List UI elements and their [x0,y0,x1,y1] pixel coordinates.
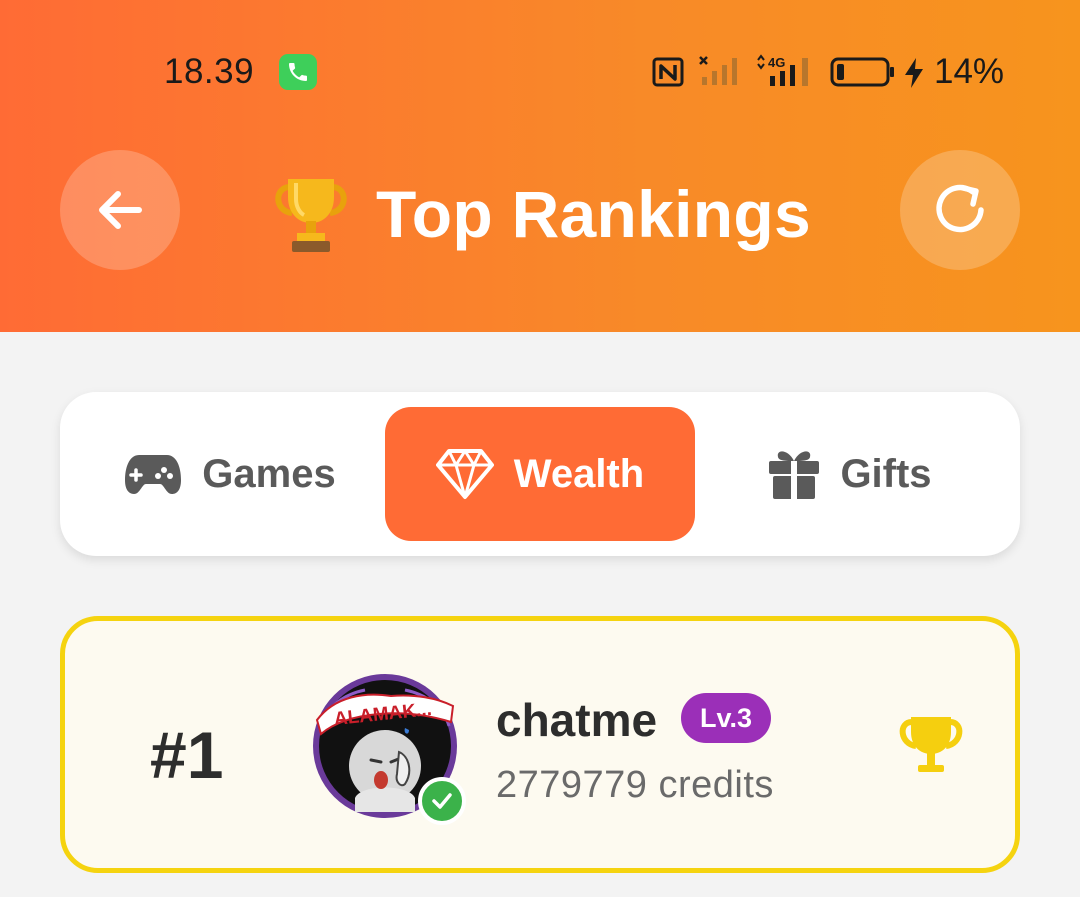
back-button[interactable] [60,150,180,270]
level-badge: Lv.3 [681,693,771,743]
tab-games-label: Games [202,451,336,496]
tab-gifts[interactable]: Gifts [700,407,1000,541]
page-title-wrap: Top Rankings [270,172,811,256]
trophy-icon [275,179,347,252]
ranking-card[interactable]: #1 ALAMAK... chatme Lv.3 2779779 credits [60,616,1020,873]
tab-games[interactable]: Games [80,407,380,541]
signal-no-service-icon [698,55,744,92]
arrow-left-icon [99,191,142,229]
refresh-button[interactable] [900,150,1020,270]
charging-bolt-icon [903,57,925,94]
gift-icon [768,447,820,501]
status-time: 18.39 [164,52,255,91]
tab-gifts-label: Gifts [840,451,932,496]
page-title: Top Rankings [376,177,812,251]
avatar[interactable]: ALAMAK... [305,666,466,826]
gamepad-icon [124,452,182,496]
tab-wealth-label: Wealth [513,451,645,496]
status-bar: 18.39 4G 14% [0,0,1080,150]
gold-trophy-icon [898,714,964,785]
tab-wealth[interactable]: Wealth [385,407,695,541]
nfc-icon [652,57,684,92]
phone-call-icon [279,54,317,90]
credits-value: 2779779 credits [496,764,774,806]
username[interactable]: chatme [496,693,657,747]
verified-check-icon [418,777,466,825]
network-type-label: 4G [768,55,785,70]
diamond-icon [435,448,494,500]
rank-number: #1 [150,718,224,792]
category-tabs: Games Wealth Gifts [60,392,1020,556]
app-header: 18.39 4G 14% Top Rankings [0,0,1080,332]
battery-icon [830,57,896,92]
battery-percentage: 14% [934,52,1005,91]
signal-4g-icon: 4G [754,54,816,93]
refresh-icon [936,184,984,233]
